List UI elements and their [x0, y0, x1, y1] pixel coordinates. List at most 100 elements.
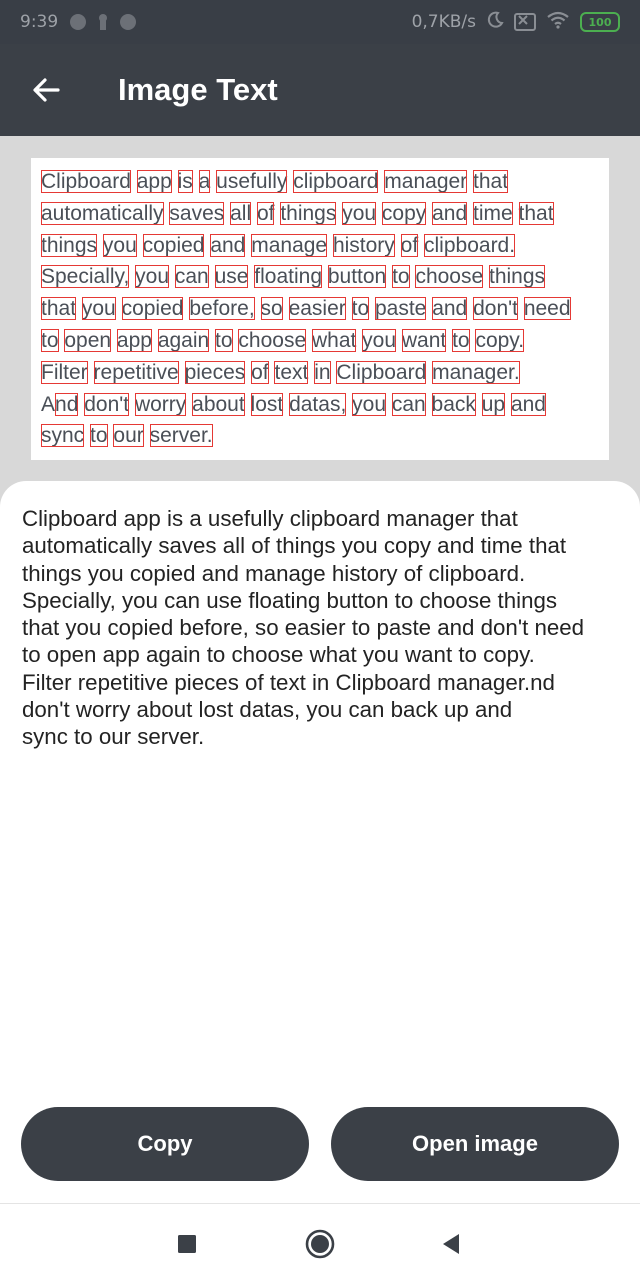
image-text-line: Specially, you can use floating button t… — [41, 261, 601, 293]
battery-icon: 100 — [580, 12, 620, 32]
detected-word: that — [518, 201, 554, 225]
detected-word: again — [157, 328, 210, 352]
detected-word: Filter — [41, 360, 88, 384]
detected-word: repetitive — [93, 360, 179, 384]
detected-word: to — [452, 328, 470, 352]
detected-word: and — [510, 392, 546, 416]
wifi-icon — [546, 11, 570, 34]
detected-word: so — [260, 297, 283, 321]
detected-word: server. — [149, 424, 213, 448]
detected-word: manage — [251, 233, 328, 257]
detected-word: history — [332, 233, 395, 257]
image-text-line: Filter repetitive pieces of text in Clip… — [41, 357, 601, 389]
square-icon — [178, 1235, 196, 1253]
detected-word: to — [215, 328, 233, 352]
detected-word: to — [351, 297, 370, 321]
detected-word: you — [352, 392, 386, 416]
detected-word: app — [136, 170, 172, 193]
nav-back-button[interactable] — [431, 1224, 471, 1264]
detected-word: can — [391, 392, 426, 416]
app-bar: Image Text — [0, 44, 640, 136]
detected-word: things — [489, 265, 546, 289]
detected-word: and — [432, 297, 468, 321]
detected-word: app — [116, 328, 152, 352]
detected-word: saves — [169, 201, 225, 225]
image-text-line: sync to our server. — [41, 420, 601, 452]
battery-level: 100 — [588, 15, 612, 29]
image-preview[interactable]: Clipboard app is a usefully clipboard ma… — [31, 158, 609, 460]
detected-word: open — [64, 328, 112, 352]
detected-word: pieces — [184, 360, 246, 384]
image-text-line: to open app again to choose what you wan… — [41, 325, 601, 357]
detected-word: that — [473, 170, 509, 193]
detected-word: things — [280, 201, 337, 225]
detected-word: easier — [288, 297, 346, 321]
detected-word: to — [41, 328, 59, 352]
detected-word: up — [481, 392, 506, 416]
notification-dot-icon — [120, 14, 137, 30]
detected-word: don't — [84, 392, 130, 416]
lock-icon — [98, 14, 108, 30]
navigation-bar — [0, 1203, 640, 1281]
detected-word: can — [174, 265, 209, 289]
recognized-text[interactable]: Clipboard app is a usefully clipboard ma… — [22, 505, 622, 751]
detected-word: copied — [121, 297, 184, 321]
detected-word: to — [392, 265, 410, 289]
detected-word: nd — [55, 392, 79, 416]
detected-word: and — [210, 233, 246, 257]
open-image-button[interactable]: Open image — [331, 1107, 619, 1181]
detected-word: our — [113, 424, 144, 448]
detected-word: want — [401, 328, 447, 352]
detected-word: clipboard. — [424, 233, 516, 257]
detected-word: a — [198, 170, 211, 193]
triangle-left-icon — [443, 1234, 459, 1254]
detected-word: usefully — [216, 170, 288, 193]
detected-word: you — [342, 201, 377, 225]
detected-word: to — [90, 424, 108, 448]
detected-word: lost — [250, 392, 284, 416]
detected-word: about — [192, 392, 245, 416]
detected-word: button — [327, 265, 387, 289]
detected-word: Specially, — [41, 265, 130, 289]
detected-word: datas, — [289, 392, 347, 416]
image-text: Clipboard app is a usefully clipboard ma… — [41, 166, 601, 452]
detected-word: manager — [384, 170, 468, 193]
detected-word: before, — [189, 297, 255, 321]
home-button[interactable] — [300, 1224, 340, 1264]
detected-word: you — [81, 297, 116, 321]
detected-word: worry — [134, 392, 187, 416]
detected-word: Clipboard — [41, 170, 131, 193]
detected-word: copy. — [475, 328, 525, 352]
detected-word: of — [256, 201, 275, 225]
detected-word: you — [135, 265, 170, 289]
detected-word: don't — [473, 297, 518, 321]
detected-word: you — [362, 328, 397, 352]
detected-word: of — [251, 360, 269, 384]
detected-word: clipboard — [293, 170, 379, 193]
detected-word: need — [523, 297, 571, 321]
detected-word: is — [177, 170, 193, 193]
detected-word: floating — [254, 265, 322, 289]
detected-word: manager. — [432, 360, 520, 384]
copy-button[interactable]: Copy — [21, 1107, 309, 1181]
back-button[interactable] — [20, 64, 72, 116]
detected-word: you — [102, 233, 137, 257]
page-title: Image Text — [118, 72, 278, 107]
detected-word: that — [41, 297, 77, 321]
image-text-line: things you copied and manage history of … — [41, 230, 601, 262]
detected-word: automatically — [41, 201, 164, 225]
status-time: 9:39 — [20, 12, 59, 32]
image-text-line: that you copied before, so easier to pas… — [41, 293, 601, 325]
detected-word: all — [230, 201, 252, 225]
detected-word: sync — [41, 424, 85, 448]
detected-word: back — [431, 392, 476, 416]
result-sheet: Clipboard app is a usefully clipboard ma… — [0, 481, 640, 1203]
detected-word: in — [314, 360, 331, 384]
detected-word: copied — [142, 233, 205, 257]
moon-icon — [486, 11, 504, 34]
recents-button[interactable] — [167, 1224, 207, 1264]
detected-word: and — [432, 201, 468, 225]
detected-word: copy — [381, 201, 427, 225]
detected-word: things — [41, 233, 98, 257]
detected-word: text — [274, 360, 309, 384]
